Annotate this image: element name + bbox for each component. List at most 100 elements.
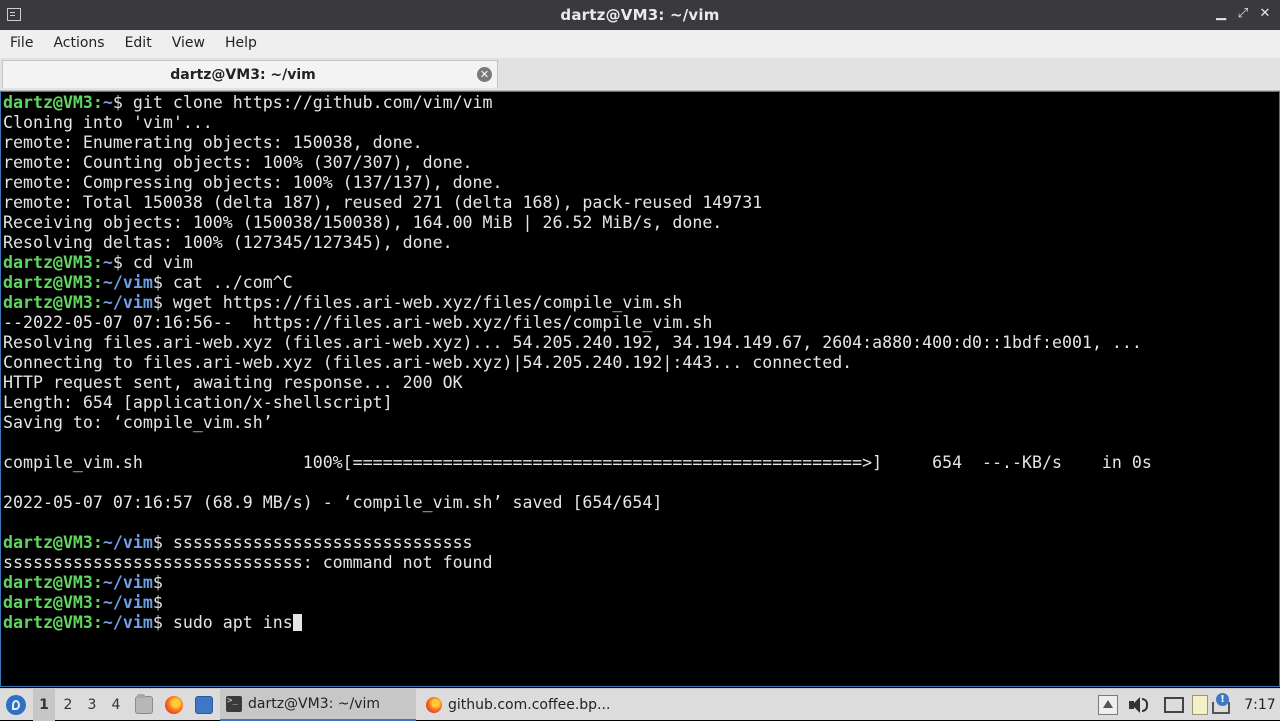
close-icon[interactable]: ✕	[1258, 6, 1272, 22]
output-text: Resolving deltas: 100% (127345/127345), …	[3, 233, 453, 252]
terminal-line: dartz@VM3:~/vim$	[3, 593, 1152, 613]
output-text: compile_vim.sh 100%[====================…	[3, 453, 1152, 472]
terminal-line: dartz@VM3:~/vim$ sudo apt ins	[3, 613, 1152, 633]
tab-label: dartz@VM3: ~/vim	[170, 67, 316, 83]
terminal-line: dartz@VM3:~$ cd vim	[3, 253, 1152, 273]
output-text: Cloning into 'vim'...	[3, 113, 213, 132]
clock[interactable]: 7:17	[1240, 689, 1280, 721]
maximize-icon[interactable]: ⤢	[1236, 6, 1250, 22]
menu-file[interactable]: File	[0, 30, 43, 58]
prompt-user: dartz@VM3:	[3, 273, 103, 292]
show-desktop-icon[interactable]	[195, 696, 213, 714]
text-cursor	[292, 614, 302, 631]
terminal-line: remote: Enumerating objects: 150038, don…	[3, 133, 1152, 153]
output-text: 2022-05-07 07:16:57 (68.9 MB/s) - ‘compi…	[3, 493, 663, 512]
terminal-tab[interactable]: dartz@VM3: ~/vim ✕	[2, 60, 498, 88]
terminal-line: 2022-05-07 07:16:57 (68.9 MB/s) - ‘compi…	[3, 493, 1152, 513]
prompt-path: ~	[102, 93, 113, 112]
workspace-2[interactable]: 2	[57, 689, 79, 721]
terminal-line: remote: Total 150038 (delta 187), reused…	[3, 193, 1152, 213]
file-manager-icon[interactable]	[135, 694, 153, 714]
prompt-user: dartz@VM3:	[3, 93, 103, 112]
clipboard-icon[interactable]	[1192, 695, 1208, 715]
prompt-path: ~/vim	[102, 593, 153, 612]
prompt-user: dartz@VM3:	[3, 533, 103, 552]
menu-edit[interactable]: Edit	[115, 30, 162, 58]
display-icon[interactable]	[1164, 697, 1184, 713]
tab-close-icon[interactable]: ✕	[477, 67, 492, 82]
terminal-line: dartz@VM3:~/vim$ wget https://files.ari-…	[3, 293, 1152, 313]
terminal-lines: dartz@VM3:~$ git clone https://github.co…	[3, 93, 1152, 633]
terminal-line: Connecting to files.ari-web.xyz (files.a…	[3, 353, 1152, 373]
prompt-user: dartz@VM3:	[3, 293, 103, 312]
terminal-line: remote: Compressing objects: 100% (137/1…	[3, 173, 1152, 193]
prompt-path: ~	[102, 253, 113, 272]
command-text: $ wget https://files.ari-web.xyz/files/c…	[152, 293, 683, 312]
window-titlebar[interactable]: dartz@VM3: ~/vim ▁ ⤢ ✕	[0, 0, 1280, 30]
output-text: Resolving files.ari-web.xyz (files.ari-w…	[3, 333, 1142, 352]
window-controls: ▁ ⤢ ✕	[1214, 6, 1272, 22]
prompt-path: ~/vim	[102, 573, 153, 592]
window-title: dartz@VM3: ~/vim	[560, 6, 720, 24]
menu-help[interactable]: Help	[215, 30, 267, 58]
updates-icon[interactable]	[1098, 695, 1118, 715]
terminal-line: Length: 654 [application/x-shellscript]	[3, 393, 1152, 413]
output-text: remote: Counting objects: 100% (307/307)…	[3, 153, 473, 172]
output-text: remote: Total 150038 (delta 187), reused…	[3, 193, 763, 212]
command-text: $ cd vim	[112, 253, 193, 272]
command-text: $	[152, 573, 163, 592]
task-label: github.com.coffee.bp...	[448, 697, 611, 713]
menu-actions[interactable]: Actions	[43, 30, 114, 58]
output-text: --2022-05-07 07:16:56-- https://files.ar…	[3, 313, 713, 332]
output-text: Connecting to files.ari-web.xyz (files.a…	[3, 353, 853, 372]
terminal-line: --2022-05-07 07:16:56-- https://files.ar…	[3, 313, 1152, 333]
prompt-path: ~/vim	[102, 533, 153, 552]
prompt-user: dartz@VM3:	[3, 593, 103, 612]
output-text: Length: 654 [application/x-shellscript]	[3, 393, 393, 412]
workspace-4[interactable]: 4	[105, 689, 127, 721]
command-text: $ sudo apt ins	[152, 613, 293, 632]
workspace-3[interactable]: 3	[81, 689, 103, 721]
terminal-line: Saving to: ‘compile_vim.sh’	[3, 413, 1152, 433]
menu-view[interactable]: View	[162, 30, 215, 58]
prompt-user: dartz@VM3:	[3, 613, 103, 632]
output-text: remote: Enumerating objects: 150038, don…	[3, 133, 423, 152]
task-terminal[interactable]: dartz@VM3: ~/vim	[220, 689, 416, 721]
command-text: $ git clone https://github.com/vim/vim	[112, 93, 493, 112]
terminal-line: Receiving objects: 100% (150038/150038),…	[3, 213, 1152, 233]
taskbar: 1 2 3 4 dartz@VM3: ~/vim github.com.coff…	[0, 688, 1280, 721]
terminal-line: remote: Counting objects: 100% (307/307)…	[3, 153, 1152, 173]
output-text: ssssssssssssssssssssssssssssss: command …	[3, 553, 493, 572]
terminal-line: dartz@VM3:~/vim$	[3, 573, 1152, 593]
firefox-icon	[426, 697, 442, 713]
terminal-line: compile_vim.sh 100%[====================…	[3, 453, 1152, 473]
terminal-line: Cloning into 'vim'...	[3, 113, 1152, 133]
command-text: $ ssssssssssssssssssssssssssssss	[152, 533, 473, 552]
output-text: HTTP request sent, awaiting response... …	[3, 373, 463, 392]
output-text: Receiving objects: 100% (150038/150038),…	[3, 213, 723, 232]
minimize-icon[interactable]: ▁	[1214, 6, 1228, 22]
command-text: $ cat ../com^C	[152, 273, 293, 292]
prompt-path: ~/vim	[102, 293, 153, 312]
terminal-icon	[226, 696, 242, 712]
task-label: dartz@VM3: ~/vim	[248, 696, 381, 712]
terminal-output[interactable]: dartz@VM3:~$ git clone https://github.co…	[0, 91, 1280, 687]
prompt-path: ~/vim	[102, 613, 153, 632]
firefox-icon[interactable]	[165, 696, 183, 714]
notification-icon[interactable]: !	[1216, 693, 1229, 706]
task-firefox[interactable]: github.com.coffee.bp...	[420, 689, 620, 721]
terminal-line: HTTP request sent, awaiting response... …	[3, 373, 1152, 393]
prompt-user: dartz@VM3:	[3, 253, 103, 272]
start-menu-icon[interactable]	[6, 695, 26, 715]
terminal-line: Resolving deltas: 100% (127345/127345), …	[3, 233, 1152, 253]
output-text: remote: Compressing objects: 100% (137/1…	[3, 173, 503, 192]
command-text: $	[152, 593, 163, 612]
terminal-line: Resolving files.ari-web.xyz (files.ari-w…	[3, 333, 1152, 353]
workspace-1[interactable]: 1	[33, 689, 55, 721]
output-text: Saving to: ‘compile_vim.sh’	[3, 413, 273, 432]
terminal-line: dartz@VM3:~$ git clone https://github.co…	[3, 93, 1152, 113]
prompt-user: dartz@VM3:	[3, 573, 103, 592]
volume-wave-icon	[1142, 698, 1148, 712]
